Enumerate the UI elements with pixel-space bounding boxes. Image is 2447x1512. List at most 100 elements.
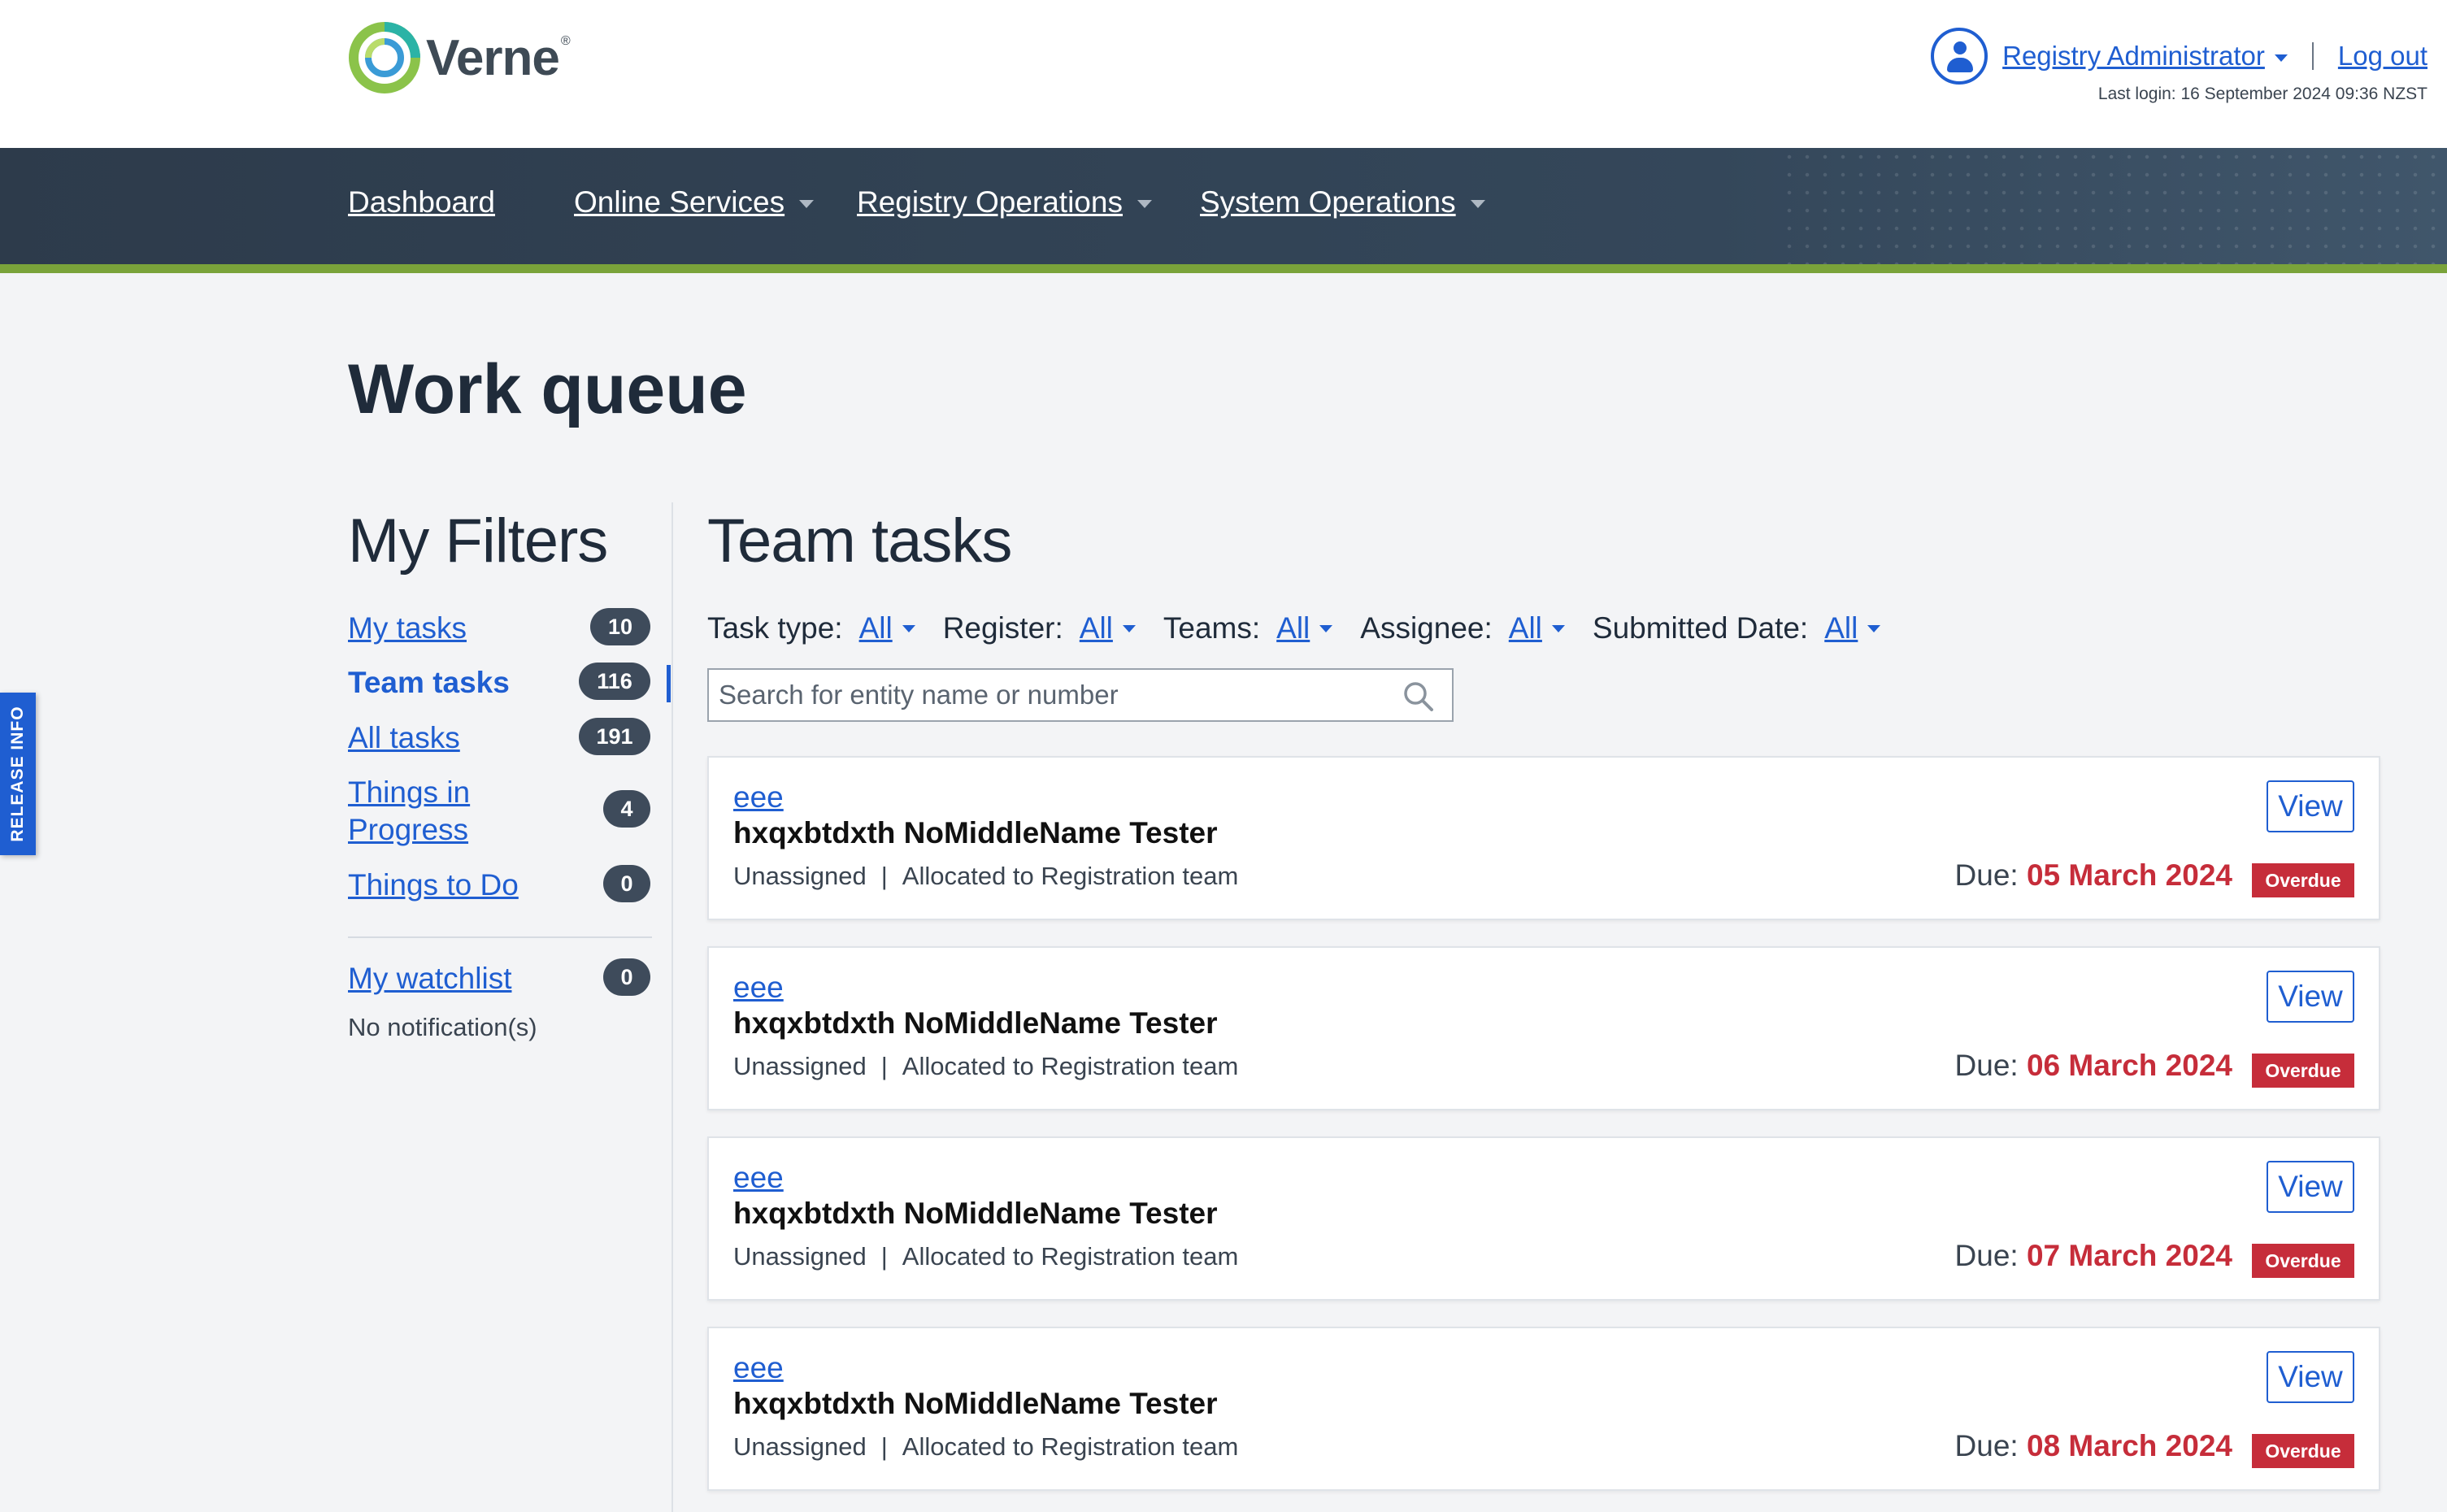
due-date: 05 March 2024	[2026, 858, 2232, 892]
filter-register: Register: All	[943, 611, 1136, 645]
chevron-down-icon	[902, 624, 915, 632]
sidebar-count-badge: 191	[579, 718, 650, 755]
column-divider	[672, 502, 673, 1512]
view-task-button[interactable]: View	[2267, 780, 2354, 832]
task-reference-link[interactable]: eee	[733, 1351, 784, 1385]
user-name: Registry Administrator	[2002, 41, 2265, 71]
chevron-down-icon	[1122, 624, 1136, 632]
task-reference-link[interactable]: eee	[733, 971, 784, 1005]
nav-online-services[interactable]: Online Services	[574, 185, 815, 219]
task-assignee: Unassigned	[733, 1432, 867, 1461]
filter-task-type: Task type: All	[707, 611, 915, 645]
filter-label: Assignee:	[1360, 611, 1493, 645]
filter-label: Register:	[942, 611, 1063, 645]
due-label: Due:	[1954, 1239, 2019, 1272]
task-card: eee hxqxbtdxth NoMiddleName Tester Unass…	[707, 1327, 2380, 1491]
filter-register-dropdown[interactable]: All	[1080, 611, 1113, 645]
sidebar-count-badge: 116	[579, 663, 650, 700]
filter-assignee-dropdown[interactable]: All	[1509, 611, 1542, 645]
task-card: eee hxqxbtdxth NoMiddleName Tester Unass…	[707, 946, 2380, 1110]
view-task-button[interactable]: View	[2267, 1161, 2354, 1213]
nav-pattern-decoration	[1780, 148, 2447, 264]
nav-dashboard-label: Dashboard	[348, 185, 496, 219]
sidebar-divider	[348, 936, 652, 938]
sidebar-item-things-to-do[interactable]: Things to Do	[348, 867, 519, 904]
filter-label: Submitted Date:	[1592, 611, 1809, 645]
nav-system-operations[interactable]: System Operations	[1200, 185, 1485, 219]
filter-submitted-date-dropdown[interactable]: All	[1824, 611, 1858, 645]
chevron-down-icon	[1551, 624, 1565, 632]
nav-system-operations-label: System Operations	[1200, 185, 1456, 219]
verne-logo-mark-icon	[349, 22, 420, 93]
due-date: 07 March 2024	[2026, 1239, 2232, 1272]
sidebar-item-things-in-progress[interactable]: Things in Progress	[348, 774, 502, 849]
due-label: Due:	[1954, 1429, 2019, 1462]
logout-link[interactable]: Log out	[2338, 41, 2427, 72]
user-dropdown-link[interactable]: Registry Administrator	[2002, 41, 2288, 72]
task-reference-link[interactable]: eee	[733, 1161, 784, 1195]
nav-registry-operations-label: Registry Operations	[857, 185, 1123, 219]
search-input[interactable]	[709, 670, 1395, 720]
due-label: Due:	[1954, 1049, 2019, 1082]
task-due: Due: 05 March 2024	[1955, 858, 2232, 893]
chevron-down-icon	[1137, 200, 1152, 209]
sidebar-item-team-tasks[interactable]: Team tasks	[348, 664, 510, 702]
overdue-badge: Overdue	[2252, 1434, 2354, 1468]
view-task-button[interactable]: View	[2267, 1351, 2354, 1403]
nav-accent-bar	[0, 264, 2447, 273]
sidebar-title: My Filters	[348, 506, 608, 576]
filter-task-type-dropdown[interactable]: All	[859, 611, 893, 645]
sidebar-item-all-tasks[interactable]: All tasks	[348, 719, 460, 757]
filter-teams-dropdown[interactable]: All	[1276, 611, 1310, 645]
search-icon[interactable]	[1403, 681, 1434, 712]
filter-teams: Teams: All	[1163, 611, 1333, 645]
task-meta: Unassigned | Allocated to Registration tea…	[733, 1432, 1238, 1462]
nav-dashboard[interactable]: Dashboard	[348, 185, 495, 219]
sidebar-item-my-tasks[interactable]: My tasks	[348, 610, 467, 647]
chevron-down-icon	[1319, 624, 1333, 632]
release-info-tab[interactable]: RELEASE INFO	[0, 693, 36, 855]
meta-separator: |	[880, 862, 888, 890]
sidebar-item-my-watchlist[interactable]: My watchlist	[348, 960, 511, 997]
task-assignee: Unassigned	[733, 1242, 867, 1271]
filter-label: Teams:	[1163, 611, 1261, 645]
logo-text: Verne	[426, 29, 560, 86]
task-allocation: Allocated to Registration team	[902, 1432, 1239, 1461]
due-date: 08 March 2024	[2026, 1429, 2232, 1462]
release-info-label: RELEASE INFO	[8, 706, 27, 842]
chevron-down-icon	[1867, 624, 1881, 632]
top-header: Verne ® Registry Administrator Log out L…	[0, 0, 2447, 148]
search-box	[707, 668, 1454, 722]
task-reference-link[interactable]: eee	[733, 780, 784, 815]
task-card: eee hxqxbtdxth NoMiddleName Tester Unass…	[707, 756, 2380, 920]
watchlist-count-badge: 0	[603, 958, 650, 996]
task-meta: Unassigned | Allocated to Registration tea…	[733, 1052, 1238, 1081]
view-task-button[interactable]: View	[2267, 971, 2354, 1023]
verne-logo[interactable]: Verne ®	[348, 21, 571, 94]
sidebar-count-badge: 0	[603, 865, 650, 902]
header-divider	[2311, 42, 2314, 70]
task-entity-name: hxqxbtdxth NoMiddleName Tester	[733, 1387, 1218, 1420]
meta-separator: |	[880, 1432, 888, 1461]
task-assignee: Unassigned	[733, 1052, 867, 1080]
chevron-down-icon	[799, 200, 815, 209]
overdue-badge: Overdue	[2252, 1244, 2354, 1278]
user-avatar-icon[interactable]	[1931, 28, 1988, 85]
active-filter-indicator	[667, 665, 671, 702]
task-assignee: Unassigned	[733, 862, 867, 890]
sidebar-count-badge: 10	[590, 608, 650, 645]
last-login-text: Last login: 16 September 2024 09:36 NZST	[2097, 85, 2427, 103]
filter-submitted-date: Submitted Date: All	[1592, 611, 1881, 645]
due-label: Due:	[1954, 858, 2019, 892]
nav-online-services-label: Online Services	[574, 185, 785, 219]
overdue-badge: Overdue	[2252, 1054, 2354, 1088]
chevron-down-icon	[1470, 200, 1485, 209]
notifications-text: No notification(s)	[348, 1013, 537, 1041]
nav-registry-operations[interactable]: Registry Operations	[857, 185, 1152, 219]
task-allocation: Allocated to Registration team	[902, 862, 1239, 890]
task-due: Due: 08 March 2024	[1955, 1429, 2232, 1463]
filter-assignee: Assignee: All	[1360, 611, 1565, 645]
chevron-down-icon	[2274, 54, 2288, 62]
task-filter-bar: Task type: All Register: All Teams: All …	[707, 611, 1908, 645]
due-date: 06 March 2024	[2026, 1049, 2232, 1082]
